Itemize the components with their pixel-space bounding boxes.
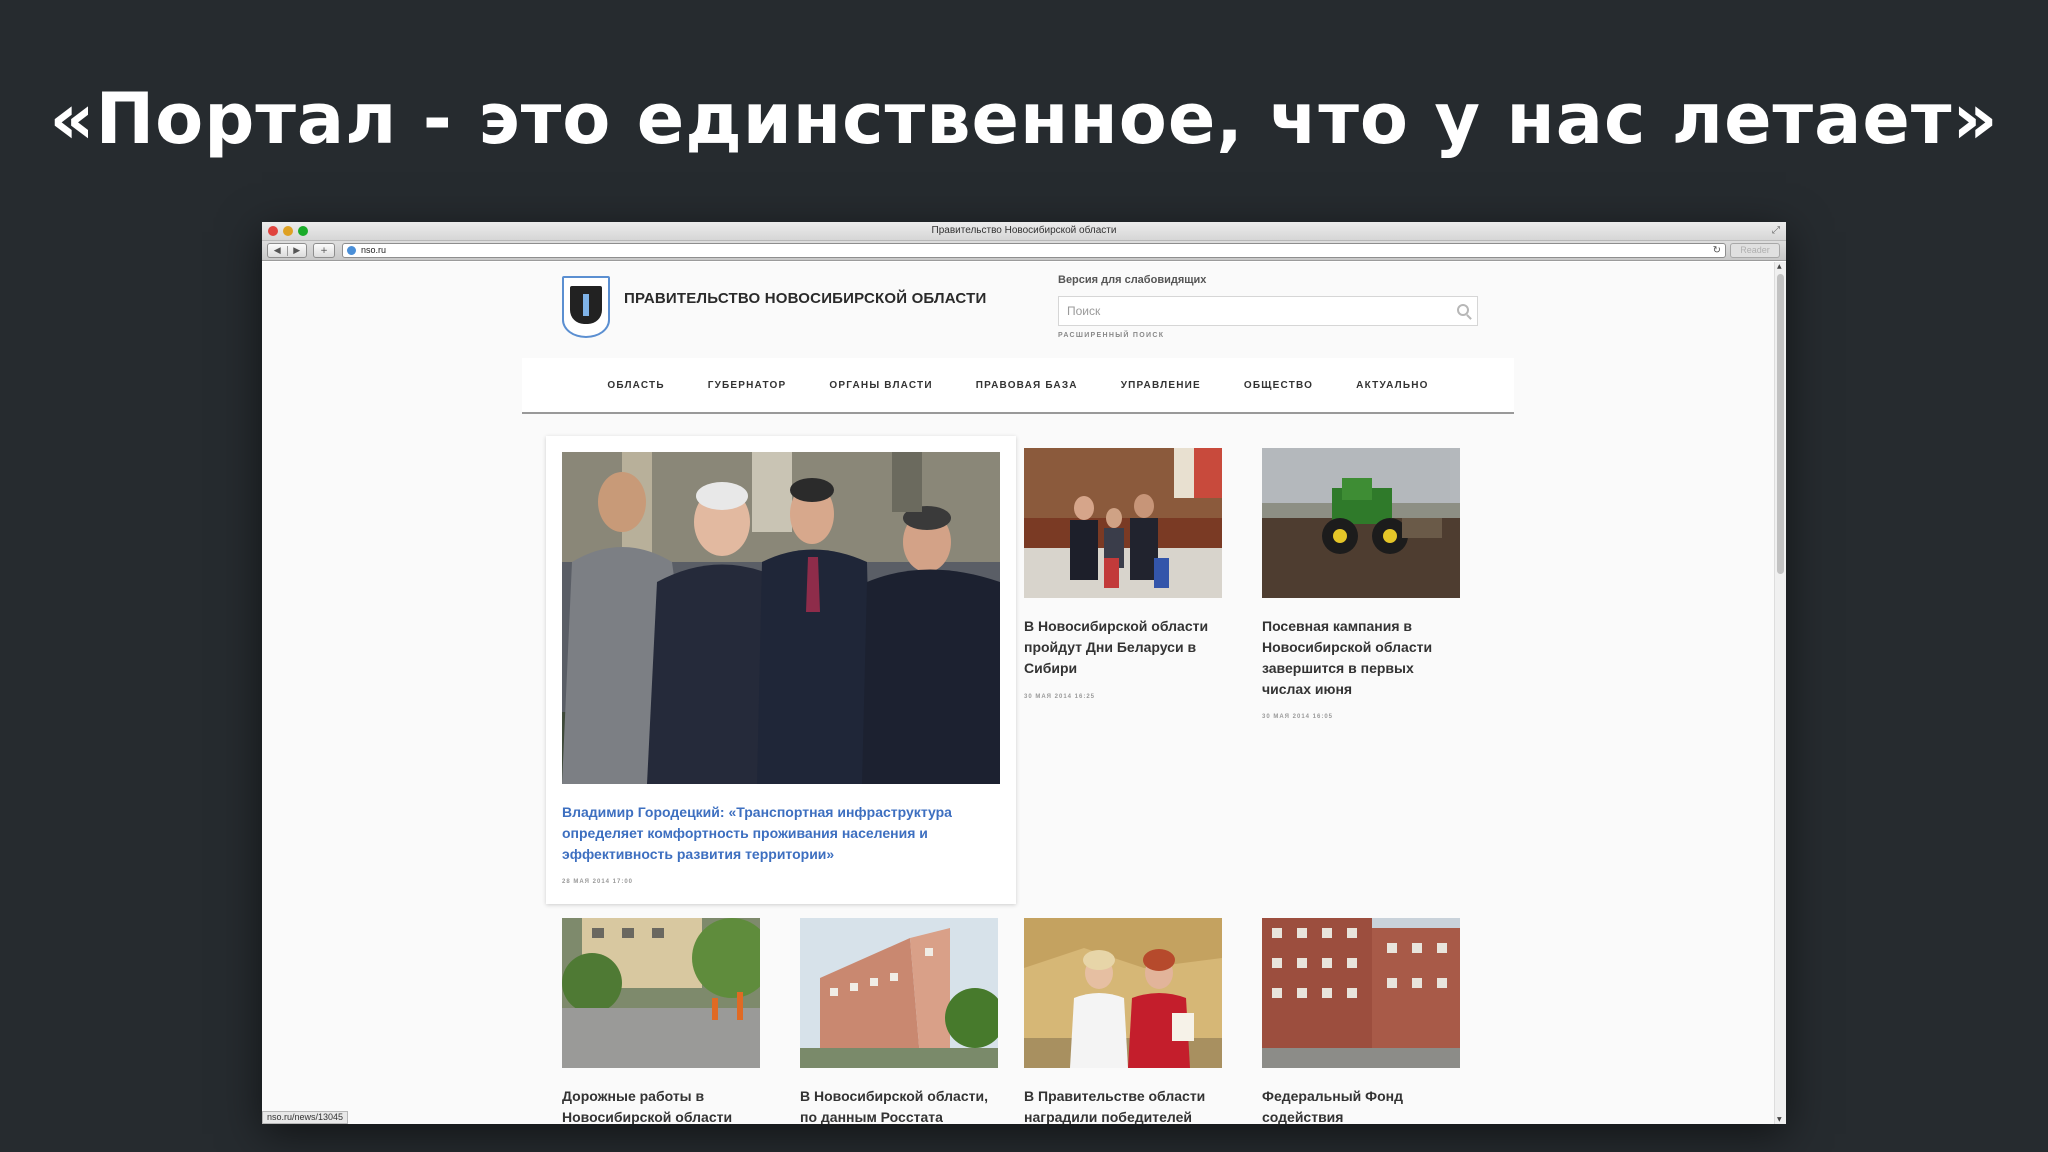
reader-button[interactable]: Reader — [1730, 243, 1780, 258]
scroll-thumb[interactable] — [1777, 274, 1784, 574]
featured-news-card[interactable]: Владимир Городецкий: «Транспортная инфра… — [546, 436, 1016, 904]
page-viewport: ПРАВИТЕЛЬСТВО НОВОСИБИРСКОЙ ОБЛАСТИ Верс… — [262, 262, 1774, 1124]
emblem-shield-icon — [570, 286, 602, 324]
news-photo-award[interactable] — [1024, 918, 1222, 1068]
news-photo-rosstat[interactable] — [800, 918, 998, 1068]
browser-toolbar: ◀ ▶ + nso.ru ↻ Reader — [262, 241, 1786, 261]
tractor-photo-image — [1262, 448, 1460, 598]
site-header: ПРАВИТЕЛЬСТВО НОВОСИБИРСКОЙ ОБЛАСТИ Верс… — [522, 262, 1514, 358]
forward-button[interactable]: ▶ — [288, 246, 307, 256]
featured-news-photo[interactable] — [562, 452, 1000, 784]
coat-of-arms-logo[interactable] — [562, 276, 610, 338]
window-titlebar: Правительство Новосибирской области ⤢ — [262, 222, 1786, 241]
news-photo-roadworks[interactable] — [562, 918, 760, 1068]
news-title-belarus[interactable]: В Новосибирской области пройдут Дни Бела… — [1024, 616, 1214, 679]
back-forward-buttons: ◀ ▶ — [267, 243, 307, 258]
news-title-sowing[interactable]: Посевная кампания в Новосибирской област… — [1262, 616, 1462, 700]
search-icon[interactable] — [1457, 304, 1469, 316]
fullscreen-icon[interactable]: ⤢ — [1772, 225, 1780, 236]
news-photo-belarus[interactable] — [1024, 448, 1222, 598]
search-input[interactable] — [1059, 297, 1439, 325]
nav-item-actual[interactable]: АКТУАЛЬНО — [1356, 380, 1429, 391]
site-page: ПРАВИТЕЛЬСТВО НОВОСИБИРСКОЙ ОБЛАСТИ Верс… — [522, 262, 1514, 1124]
nav-item-authorities[interactable]: ОРГАНЫ ВЛАСТИ — [829, 380, 932, 391]
news-photo-sowing[interactable] — [1262, 448, 1460, 598]
browser-window: Правительство Новосибирской области ⤢ ◀ … — [262, 222, 1786, 1124]
news-title-award[interactable]: В Правительстве области наградили победи… — [1024, 1086, 1224, 1124]
reload-icon[interactable]: ↻ — [1713, 244, 1721, 257]
advanced-search-link[interactable]: РАСШИРЕННЫЙ ПОИСК — [1058, 332, 1164, 339]
blind-version-link[interactable]: Версия для слабовидящих — [1058, 274, 1206, 286]
main-nav: ОБЛАСТЬ ГУБЕРНАТОР ОРГАНЫ ВЛАСТИ ПРАВОВА… — [522, 358, 1514, 414]
news-date-sowing: 30 МАЯ 2014 16:05 — [1262, 714, 1334, 720]
award-photo-image — [1024, 918, 1222, 1068]
news-date-belarus: 30 МАЯ 2014 16:25 — [1024, 694, 1096, 700]
slide-title: «Портал - это единственное, что у нас ле… — [49, 78, 1999, 160]
back-button[interactable]: ◀ — [268, 245, 288, 256]
nav-item-management[interactable]: УПРАВЛЕНИЕ — [1121, 380, 1201, 391]
news-title-roadworks[interactable]: Дорожные работы в Новосибирской области — [562, 1086, 752, 1124]
apartment-photo-image — [1262, 918, 1460, 1068]
nav-item-governor[interactable]: ГУБЕРНАТОР — [708, 380, 787, 391]
site-name[interactable]: ПРАВИТЕЛЬСТВО НОВОСИБИРСКОЙ ОБЛАСТИ — [624, 290, 986, 307]
nav-item-oblast[interactable]: ОБЛАСТЬ — [607, 380, 664, 391]
featured-news-date: 28 МАЯ 2014 17:00 — [562, 879, 634, 885]
globe-icon — [347, 246, 356, 255]
nav-item-society[interactable]: ОБЩЕСТВО — [1244, 380, 1313, 391]
featured-news-title[interactable]: Владимир Городецкий: «Транспортная инфра… — [562, 802, 982, 865]
status-bar-url: nso.ru/news/13045 — [262, 1111, 349, 1124]
window-title: Правительство Новосибирской области — [931, 225, 1117, 236]
new-tab-button[interactable]: + — [313, 243, 335, 258]
search-box — [1058, 296, 1478, 326]
address-bar[interactable]: nso.ru ↻ — [342, 243, 1726, 258]
roadworks-photo-image — [562, 918, 760, 1068]
scroll-down-arrow-icon[interactable]: ▼ — [1777, 1116, 1782, 1123]
news-title-fund[interactable]: Федеральный Фонд содействия — [1262, 1086, 1462, 1124]
address-url: nso.ru — [361, 245, 387, 255]
news-title-rosstat[interactable]: В Новосибирской области, по данным Росст… — [800, 1086, 1000, 1124]
page-scrollbar[interactable]: ▲ ▼ — [1774, 262, 1786, 1124]
officials-photo-image — [562, 452, 1000, 784]
building-photo-image — [800, 918, 998, 1068]
news-photo-fund[interactable] — [1262, 918, 1460, 1068]
scroll-up-arrow-icon[interactable]: ▲ — [1777, 263, 1782, 270]
nav-item-legal[interactable]: ПРАВОВАЯ БАЗА — [976, 380, 1078, 391]
ceremony-photo-image — [1024, 448, 1222, 598]
